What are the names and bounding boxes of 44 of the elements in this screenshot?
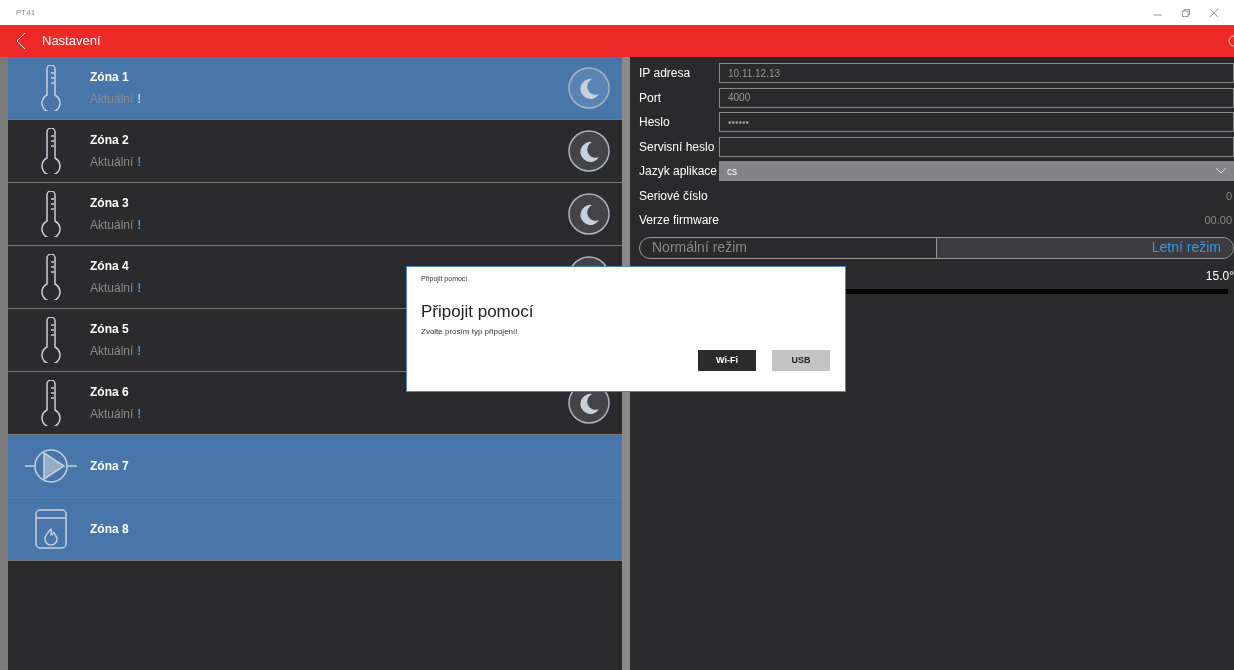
zone-name: Zóna 2 [90,132,129,149]
zone-status: Aktuální [90,406,134,423]
setting-label: Seriové číslo [639,187,709,205]
zone-status: Aktuální [90,343,134,360]
alert-mark: ! [137,406,142,423]
alert-mark: ! [137,217,142,234]
page-title: Nastavení [42,32,101,51]
zone-row[interactable]: Zóna 7 [8,435,622,498]
setting-label: Servisní heslo [639,138,716,156]
setting-label: Verze firmware [639,212,719,230]
mode-toggle[interactable]: Letní režim [936,237,1233,258]
dialog-button[interactable]: USB [772,350,830,371]
temperature-value: 15.0° [1205,267,1234,285]
zone-status: Aktuální [90,154,134,171]
alert-mark: ! [137,154,142,171]
setting-value: 00.00 [1203,213,1233,228]
zone-name: Zóna 8 [90,521,129,538]
zone-status: Aktuální [90,217,134,234]
zone-name: Zóna 1 [90,69,129,86]
mode-toggle[interactable]: Normální režim [640,237,936,258]
input-field[interactable]: 10.11.12.13 [719,63,1234,84]
window-title: PT41 [16,6,36,19]
alert-mark: ! [137,280,142,297]
input-field[interactable]: •••••• [719,112,1234,133]
setting-label: Jazyk aplikace [639,163,719,181]
zone-row[interactable]: Zóna 1 Aktuální ! [8,57,622,120]
zone-name: Zóna 5 [90,321,129,338]
zone-name: Zóna 4 [90,258,129,275]
zone-name: Zóna 3 [90,195,129,212]
zone-status: Aktuální [90,91,134,108]
setting-label: Port [639,89,662,107]
setting-label: IP adresa [639,65,692,83]
setting-value: 0 [1224,188,1233,204]
dialog-button[interactable]: Wi-Fi [698,350,756,371]
zone-row[interactable]: Zóna 8 [8,498,622,561]
dialog-message: Zvolte prosím typ připojení! [421,326,518,338]
language-dropdown[interactable]: cs [719,161,1234,182]
setting-label: Heslo [639,114,671,132]
alert-mark: ! [137,91,142,108]
zone-name: Zóna 7 [90,458,129,475]
alert-mark: ! [137,343,142,360]
zone-status: Aktuální [90,280,134,297]
zone-name: Zóna 6 [90,384,129,401]
input-field[interactable]: 4000 [719,87,1234,108]
